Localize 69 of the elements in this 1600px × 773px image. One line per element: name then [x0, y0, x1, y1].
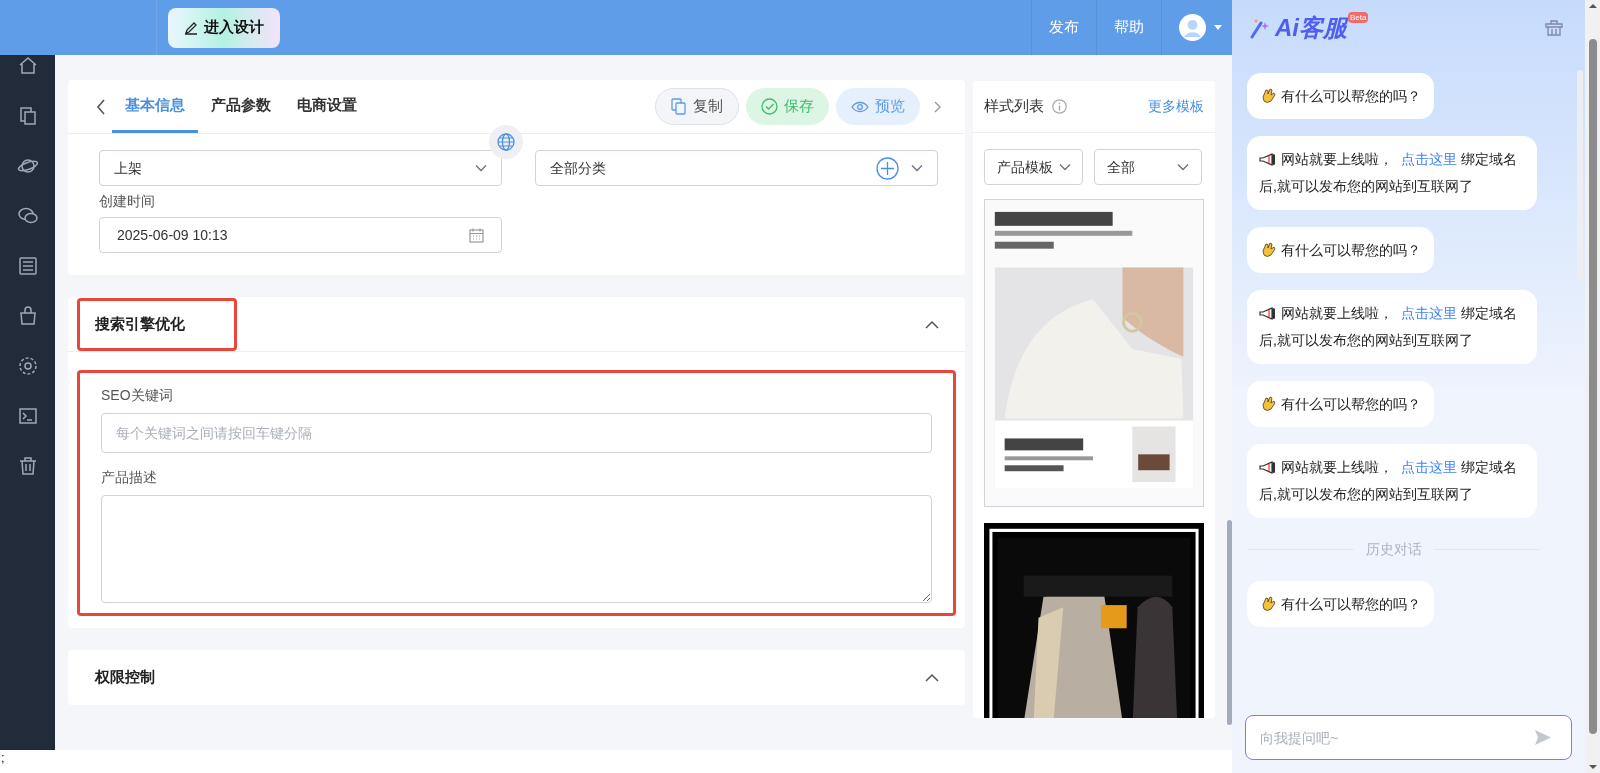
chevron-up-icon[interactable] [925, 673, 939, 682]
message-text: 有什么可以帮您的吗？ [1260, 86, 1421, 106]
message-text: 网站就要上线啦， 点击这里 绑定域名后,就可以发布您的网站到互联网了 [1259, 458, 1518, 504]
description-field[interactable] [101, 495, 932, 603]
select-value: 全部分类 [550, 158, 607, 178]
waving-hand-icon [1260, 595, 1277, 612]
history-divider-label: 历史对话 [1365, 540, 1422, 559]
check-circle-icon [761, 98, 778, 115]
send-icon[interactable] [1534, 729, 1552, 746]
pencil-icon [184, 20, 198, 35]
select-value: 全部 [1107, 157, 1135, 177]
copy-icon [671, 98, 687, 115]
section-title: 搜索引擎优化 [95, 313, 185, 334]
design-button[interactable]: 进入设计 [168, 7, 280, 48]
filter-select[interactable]: 产品模板 [984, 149, 1083, 185]
waving-hand-icon [1260, 241, 1277, 258]
chat-input-field[interactable]: 向我提问吧~ [1245, 715, 1572, 760]
field-label: 产品描述 [101, 469, 157, 485]
chevron-down-icon [911, 164, 923, 172]
filter-select[interactable]: 全部 [1094, 149, 1202, 185]
info-icon[interactable] [1052, 99, 1067, 114]
message-text: 有什么可以帮您的吗？ [1260, 240, 1421, 260]
settings-icon[interactable] [16, 355, 39, 377]
caret-icon[interactable] [1214, 25, 1222, 30]
megaphone-icon [1259, 307, 1276, 320]
scroll-bar[interactable] [1585, 0, 1600, 773]
category-select[interactable]: 全部分类 [535, 150, 938, 186]
tab[interactable]: 产品参数 [198, 80, 284, 133]
terminal-icon[interactable] [16, 405, 39, 427]
click-here-link[interactable]: 点击这里 [1401, 151, 1457, 167]
message-text: 有什么可以帮您的吗？ [1260, 394, 1421, 414]
chevron-down-icon [1177, 163, 1189, 171]
back-icon[interactable] [96, 98, 106, 115]
eye-icon [851, 100, 869, 113]
message-text: 网站就要上线啦， 点击这里 绑定域名后,就可以发布您的网站到互联网了 [1259, 150, 1518, 196]
field-label: SEO关键词 [101, 387, 173, 403]
field-label: 创建时间 [99, 192, 155, 211]
date-value: 2025-06-09 10:13 [117, 225, 228, 245]
scroll-bar[interactable] [1227, 520, 1232, 725]
basket-icon[interactable] [1545, 19, 1563, 36]
globe-icon[interactable] [486, 125, 526, 159]
copy-button[interactable]: 复制 [655, 88, 739, 125]
status-select[interactable]: 上架 [99, 150, 502, 186]
beta-badge: Beta [1348, 12, 1369, 23]
panel-title: 样式列表 [984, 96, 1044, 117]
message-text: 有什么可以帮您的吗？ [1260, 594, 1421, 614]
chat-title: Ai客服 [1275, 12, 1347, 43]
section-title: 权限控制 [95, 667, 155, 688]
message-text: 网站就要上线啦， 点击这里 绑定域名后,就可以发布您的网站到互联网了 [1259, 304, 1518, 350]
select-value: 产品模板 [996, 157, 1053, 177]
waving-hand-icon [1260, 87, 1277, 104]
keyword-field[interactable]: 每个关键词之间请按回车键分隔 [101, 413, 932, 453]
megaphone-icon [1259, 153, 1276, 166]
tab[interactable]: 电商设置 [284, 80, 370, 133]
megaphone-icon [1259, 461, 1276, 474]
click-here-link[interactable]: 点击这里 [1401, 305, 1457, 321]
waving-hand-icon [1260, 395, 1277, 412]
select-value: 上架 [114, 158, 142, 178]
list-icon[interactable] [16, 255, 39, 277]
scroll-bar[interactable] [1577, 70, 1583, 282]
click-here-link[interactable]: 点击这里 [1401, 459, 1457, 475]
chevron-down-icon [475, 164, 487, 172]
avatar-icon[interactable] [1179, 14, 1206, 41]
calendar-icon[interactable] [469, 227, 484, 243]
chevron-up-icon[interactable] [925, 319, 939, 329]
add-icon[interactable] [876, 156, 899, 180]
stray-text: ; [1, 749, 5, 767]
chevron-down-icon [1058, 163, 1071, 171]
date-field[interactable]: 2025-06-09 10:13 [99, 217, 502, 253]
